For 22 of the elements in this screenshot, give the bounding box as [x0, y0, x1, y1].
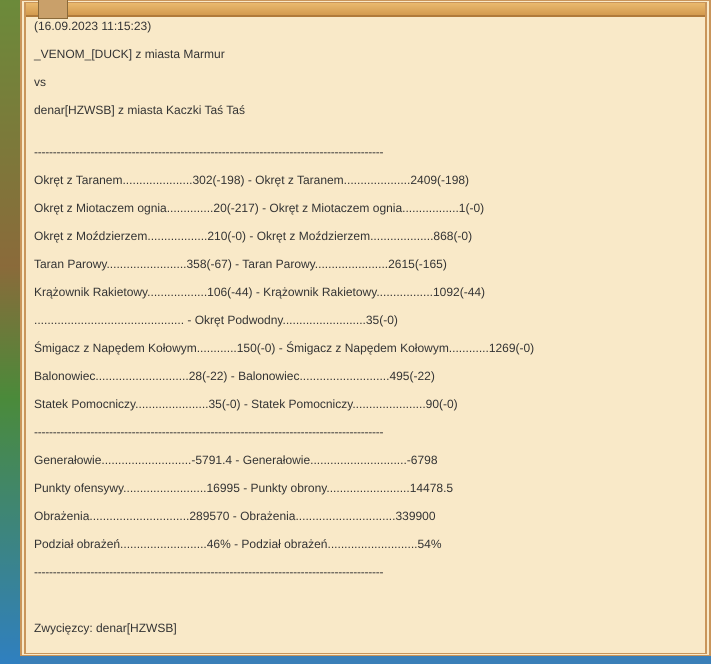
- report-line: Generałowie...........................-5791.4 - Generałowie.............................-6798: [34, 453, 438, 467]
- report-line: Okręt z Moździerzem..................210(-0) - Okręt z Moździerzem...................868(-0): [34, 229, 474, 243]
- dashed-separator: ---------------------------------------------------------------------------------------------: [34, 425, 384, 439]
- report-line: (16.09.2023 11:15:23): [34, 19, 152, 33]
- report-line: denar[HZWSB] z miasta Kaczki Taś Taś: [34, 103, 246, 117]
- report-line: Okręt z Taranem.....................302(-198) - Okręt z Taranem....................2409(-198): [34, 173, 470, 187]
- report-line: vs: [34, 75, 47, 89]
- dashed-separator: ---------------------------------------------------------------------------------------------: [34, 145, 384, 159]
- report-line: Taran Parowy........................358(-67) - Taran Parowy......................2615(-165): [34, 257, 448, 271]
- dashed-separator: ---------------------------------------------------------------------------------------------: [34, 565, 384, 579]
- report-line: Krążownik Rakietowy..................106(-44) - Krążownik Rakietowy.................1092(-44): [34, 285, 486, 299]
- report-line: Okręt z Miotaczem ognia..............20(-217) - Okręt z Miotaczem ognia.................1(-0): [34, 201, 486, 215]
- report-line: Podział obrażeń..........................46% - Podział obrażeń...........................54%: [34, 537, 443, 551]
- report-line: _VENOM_[DUCK] z miasta Marmur: [34, 47, 226, 61]
- report-line: Balonowiec............................28(-22) - Balonowiec...........................495(-22): [34, 369, 436, 383]
- report-line: ............................................. - Okręt Podwodny.........................35(-0): [34, 313, 399, 327]
- avatar-placeholder: [38, 0, 68, 19]
- report-line: Obrażenia..............................289570 - Obrażenia..............................339900: [34, 509, 437, 523]
- report-line: Śmigacz z Napędem Kołowym............150(-0) - Śmigacz z Napędem Kołowym............1269(-0): [34, 341, 536, 355]
- report-line: Punkty ofensywy.........................16995 - Punkty obrony.........................14478.5: [34, 481, 454, 495]
- report-line: Statek Pomocniczy......................35(-0) - Statek Pomocniczy......................90(-0): [34, 397, 459, 411]
- winner-line: Zwycięzcy: denar[HZWSB]: [34, 621, 178, 635]
